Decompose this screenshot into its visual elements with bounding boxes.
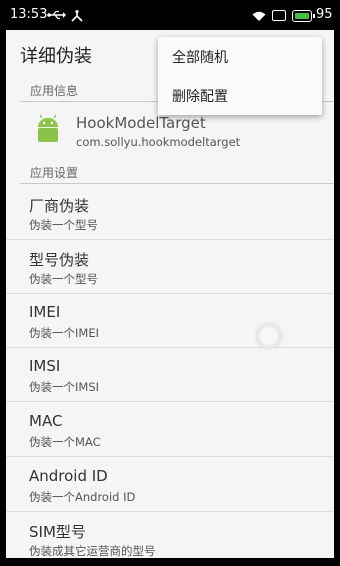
setting-summary: 伪装一个IMEI	[29, 326, 99, 340]
setting-title: SIM型号	[29, 523, 86, 541]
menu-item-label: 删除配置	[172, 89, 228, 105]
setting-android-id[interactable]: Android ID 伪装一个Android ID	[6, 458, 334, 512]
share-icon	[71, 10, 83, 22]
section-header-app-settings: 应用设置	[6, 160, 334, 184]
divider	[20, 183, 334, 184]
wifi-icon	[252, 11, 266, 21]
setting-summary: 伪装一个型号	[29, 218, 98, 232]
setting-imei[interactable]: IMEI 伪装一个IMEI	[6, 294, 334, 348]
app-package: com.sollyu.hookmodeltarget	[76, 135, 241, 149]
sim-icon	[272, 10, 286, 21]
usb-icon	[47, 10, 66, 20]
setting-title: Android ID	[29, 467, 108, 485]
setting-title: IMSI	[29, 357, 61, 375]
battery-level: 95	[316, 7, 333, 22]
status-bar: 13:53 95	[0, 0, 340, 30]
setting-title: 厂商伪装	[29, 197, 90, 215]
setting-summary: 伪装一个MAC	[29, 435, 101, 449]
setting-model[interactable]: 型号伪装 伪装一个型号	[6, 240, 334, 294]
setting-title: IMEI	[29, 303, 61, 321]
setting-summary: 伪装一个IMSI	[29, 380, 100, 394]
menu-item-label: 全部随机	[172, 50, 228, 66]
page-title: 详细伪装	[20, 46, 92, 67]
section-header-label: 应用信息	[30, 84, 79, 98]
loading-spinner	[256, 323, 282, 349]
menu-item-randomize-all[interactable]: 全部随机	[158, 37, 322, 76]
battery-icon	[292, 10, 315, 22]
overflow-menu: 全部随机 删除配置	[158, 37, 322, 115]
menu-item-delete-config[interactable]: 删除配置	[158, 76, 322, 115]
section-header-label: 应用设置	[30, 166, 79, 180]
status-time: 13:53	[10, 7, 48, 22]
setting-title: MAC	[29, 412, 63, 430]
app-name: HookModelTarget	[76, 114, 206, 132]
setting-manufacturer[interactable]: 厂商伪装 伪装一个型号	[6, 186, 334, 240]
setting-summary: 伪装一个Android ID	[29, 490, 136, 504]
setting-imsi[interactable]: IMSI 伪装一个IMSI	[6, 348, 334, 402]
setting-summary: 伪装一个型号	[29, 272, 98, 286]
setting-title: 型号伪装	[29, 251, 90, 269]
android-icon	[38, 114, 58, 142]
setting-sim-model[interactable]: SIM型号 伪装成其它运营商的型号	[6, 512, 334, 558]
setting-summary: 伪装成其它运营商的型号	[29, 544, 156, 558]
setting-mac[interactable]: MAC 伪装一个MAC	[6, 403, 334, 457]
